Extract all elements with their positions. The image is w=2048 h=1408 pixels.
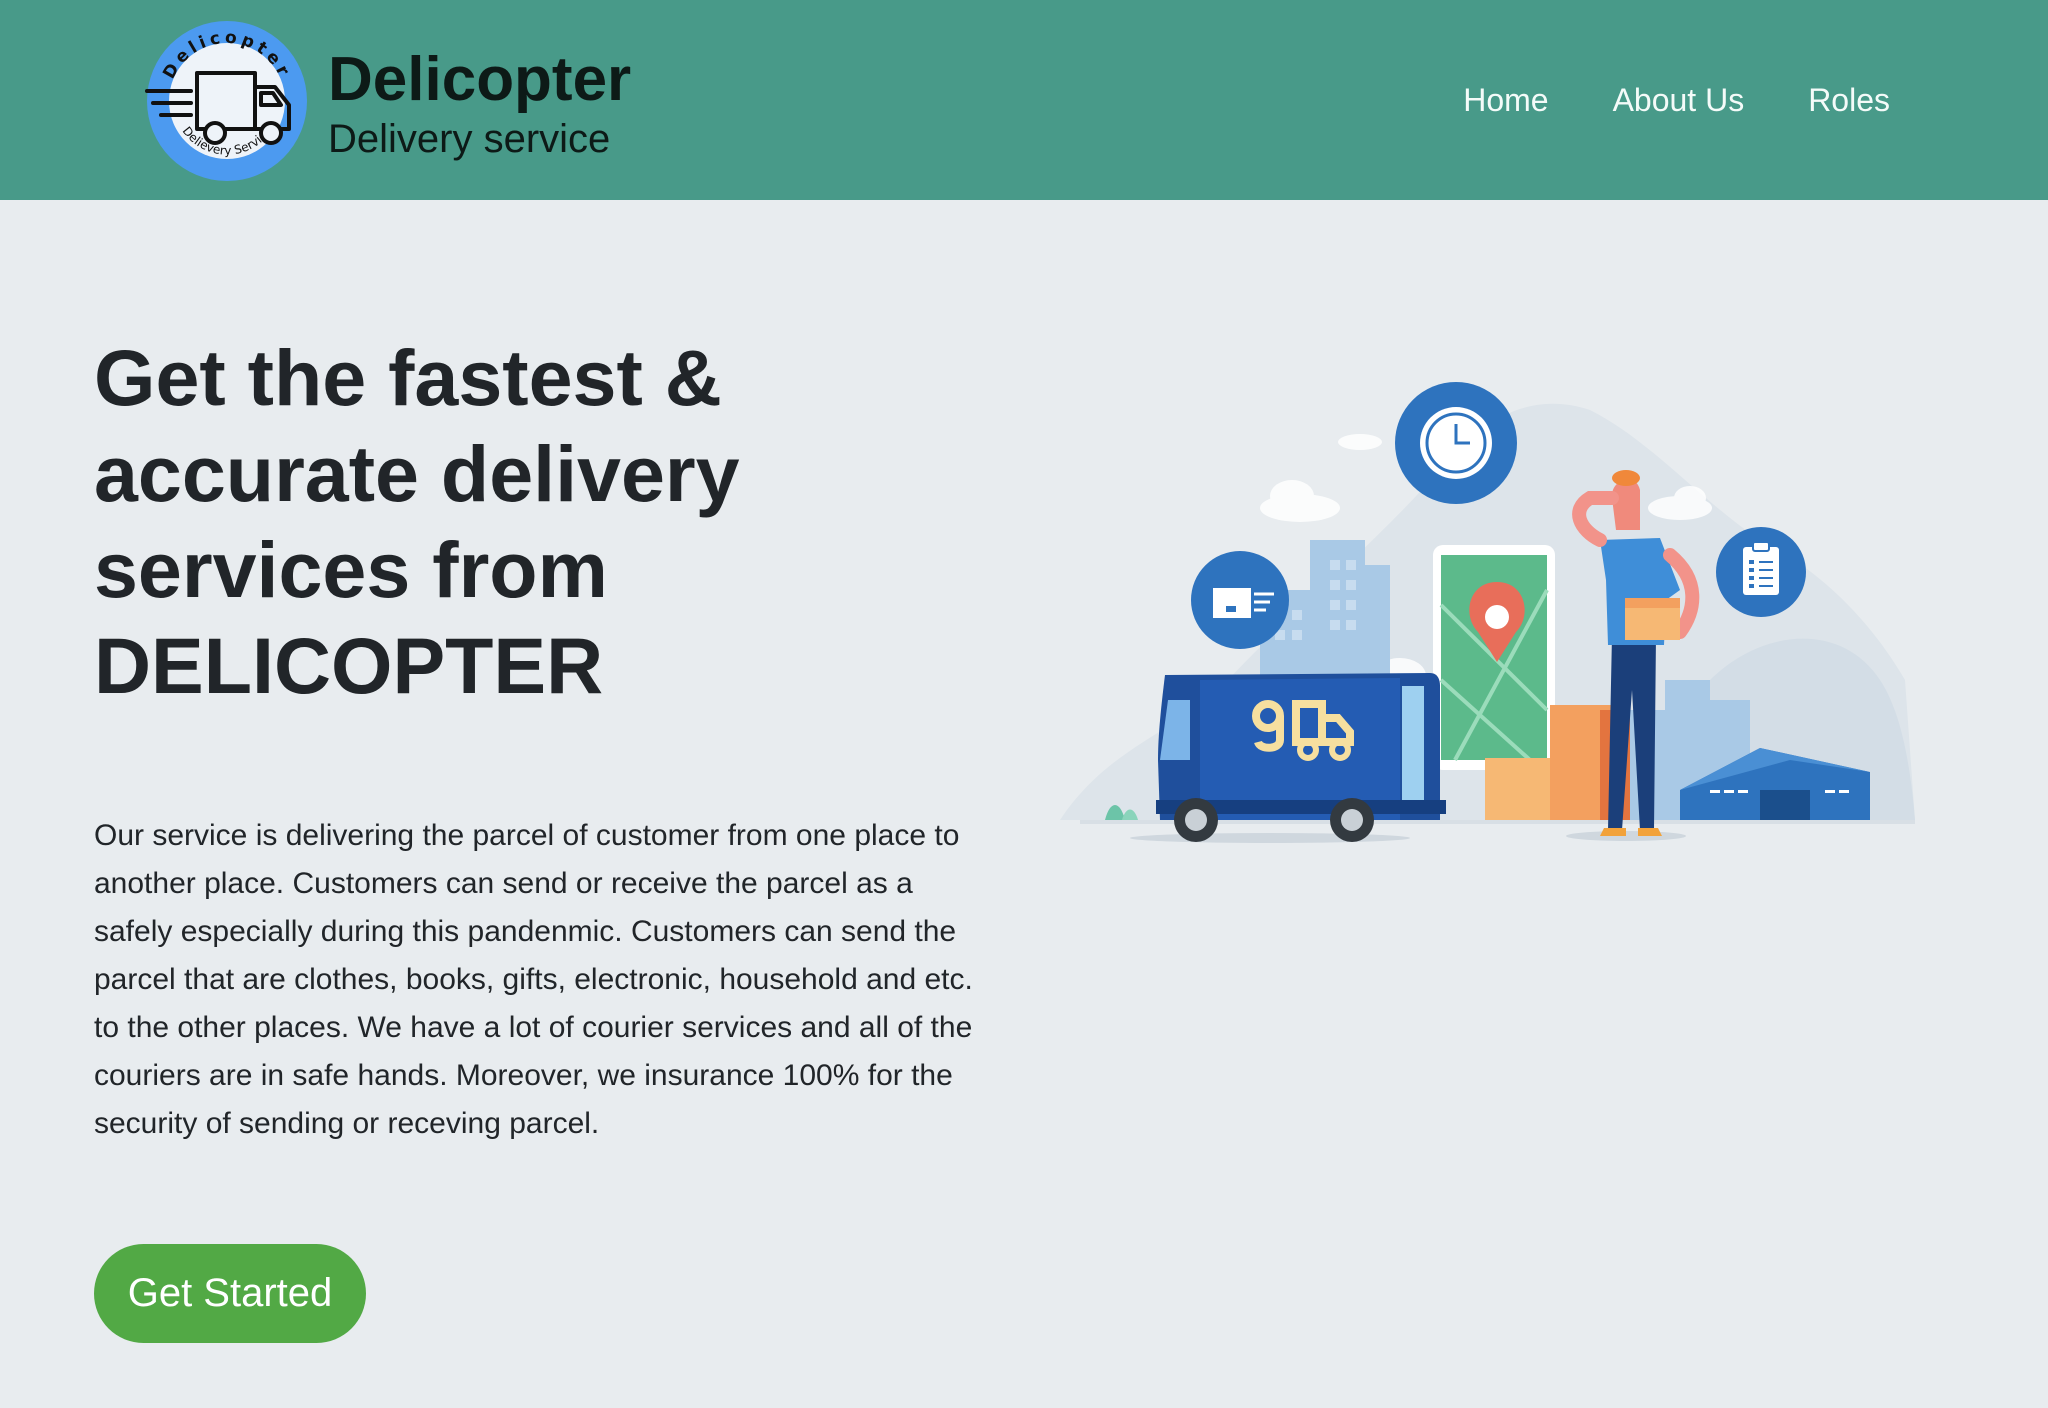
delivery-illustration [1060, 382, 1915, 843]
get-started-button[interactable]: Get Started [94, 1244, 366, 1343]
hero-title-line: accurate delivery [94, 429, 740, 518]
hero-title-line: services from [94, 525, 608, 614]
nav-about-us-link[interactable]: About Us [1613, 80, 1745, 120]
nav-home-link[interactable]: Home [1463, 80, 1548, 120]
delivery-truck-icon [1191, 551, 1289, 649]
main-nav: Home About Us Roles [1463, 80, 1890, 120]
logo: Delicopter Delievery Service [145, 21, 307, 181]
phone-map [1433, 545, 1555, 770]
brand[interactable]: Delicopter Delievery Service Delicopter … [143, 21, 703, 181]
brand-name: Delicopter [328, 45, 632, 114]
clipboard-icon [1716, 527, 1806, 617]
hero-title-line: DELICOPTER [94, 621, 604, 710]
nav-roles-link[interactable]: Roles [1808, 80, 1890, 120]
brand-tagline: Delivery service [328, 117, 611, 161]
hero-title: Get the fastest & accurate delivery servic… [94, 330, 934, 714]
delivery-van [1130, 673, 1446, 843]
hero-title-line: Get the fastest & [94, 333, 722, 422]
hero-description: Our service is delivering the parcel of … [94, 819, 973, 1140]
navbar: Delicopter Delievery Service Delicopter … [0, 0, 2048, 200]
clock-icon [1395, 382, 1517, 504]
